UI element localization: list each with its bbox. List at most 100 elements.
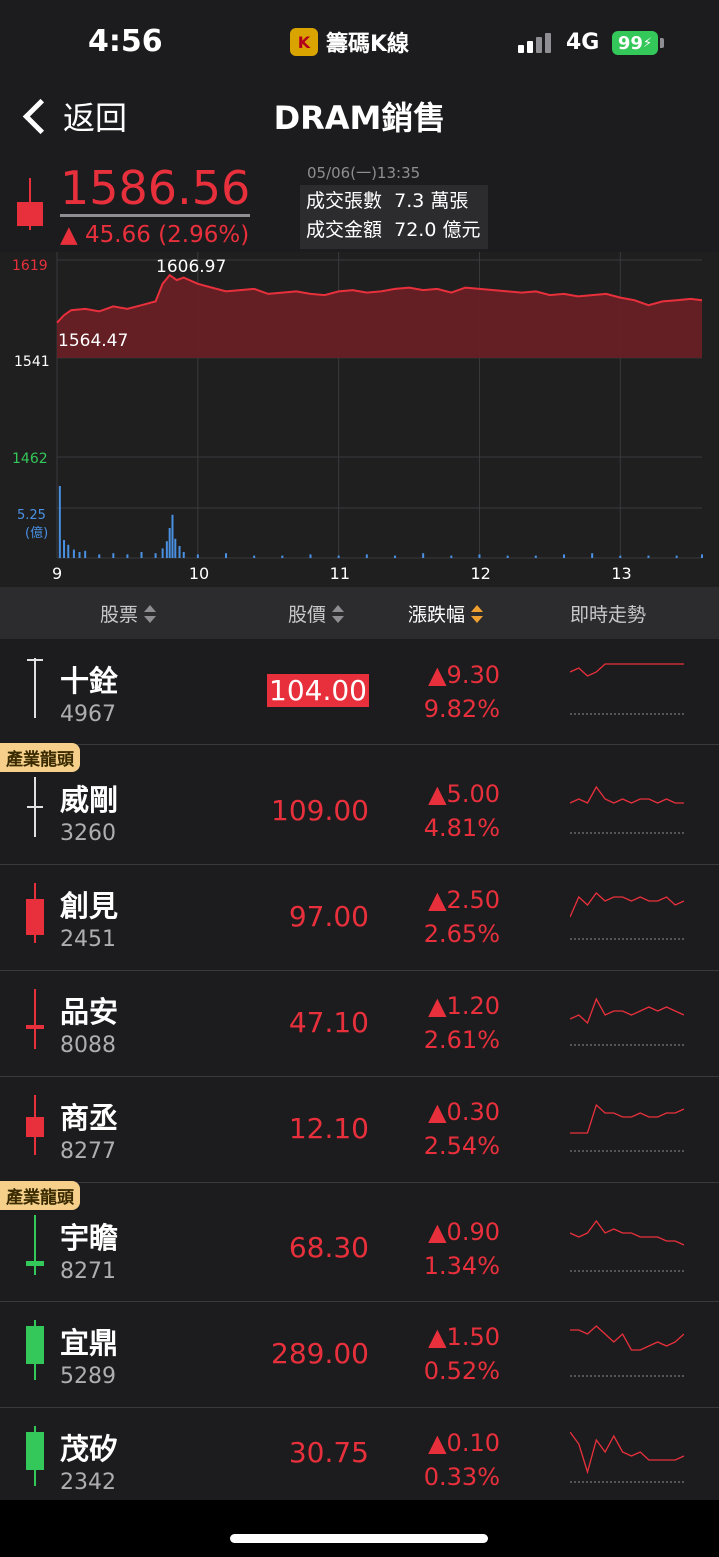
price-area	[57, 275, 702, 358]
x-tick: 12	[470, 564, 490, 583]
volume-bar	[393, 555, 396, 558]
quote-datetime: 05/06(一)13:35	[307, 164, 421, 182]
header-change-label: 漲跌幅	[408, 604, 466, 626]
table-row[interactable]: 威剛 3260 109.00 ▲5.00 4.81%	[0, 745, 719, 866]
table-row[interactable]: 茂矽 2342 30.75 ▲0.10 0.33%	[0, 1408, 719, 1502]
intraday-chart-svg: 1619 1541 1462 5.25 (億) 1606.97 1564.47 …	[12, 252, 703, 583]
y-tick-ref: 1541	[14, 354, 50, 370]
stock-price: 104.00	[267, 674, 369, 707]
volume-bar	[253, 555, 256, 558]
volume-bar	[78, 552, 81, 558]
sort-change[interactable]: 漲跌幅	[408, 600, 484, 627]
app-name: 籌碼K線	[326, 32, 410, 57]
table-row[interactable]: 品安 8088 47.10 ▲1.20 2.61%	[0, 971, 719, 1078]
volume-bar	[171, 514, 174, 558]
stock-name: 創見	[60, 889, 119, 923]
volume-bar	[182, 552, 185, 558]
volume-bar	[281, 555, 284, 558]
volume-bar	[506, 555, 509, 558]
change-percent: 2.61%	[423, 1026, 500, 1054]
stock-change: ▲0.90 1.34%	[400, 1215, 500, 1283]
volume-bar	[591, 553, 594, 558]
volume-bar	[478, 554, 481, 558]
stock-price: 109.00	[271, 793, 369, 827]
stock-change: ▲9.30 9.82%	[400, 658, 500, 726]
x-tick: 10	[189, 564, 209, 583]
stock-code: 3260	[60, 821, 116, 846]
app-indicator: K 籌碼K線	[290, 26, 409, 58]
candle-icon	[20, 658, 50, 722]
candle-icon	[20, 1320, 50, 1384]
volume-label: 成交張數	[306, 190, 383, 212]
change-value: ▲2.50	[428, 886, 500, 914]
change-value: ▲1.20	[428, 992, 500, 1020]
signal-icon	[518, 33, 551, 53]
sort-stock[interactable]: 股票	[100, 600, 157, 627]
stock-code: 2342	[60, 1470, 116, 1495]
volume-bar	[98, 554, 101, 558]
sparkline	[570, 1097, 685, 1157]
table-row[interactable]: 宜鼎 5289 289.00 ▲1.50 0.52%	[0, 1302, 719, 1409]
stock-code: 2451	[60, 927, 116, 952]
status-time: 4:56	[88, 24, 163, 59]
stock-price: 12.10	[288, 1111, 369, 1145]
stock-name: 商丞	[60, 1101, 119, 1135]
high-label: 1606.97	[156, 257, 226, 277]
sort-price[interactable]: 股價	[288, 600, 345, 627]
change-value: ▲1.50	[428, 1323, 500, 1351]
table-row[interactable]: 商丞 8277 12.10 ▲0.30 2.54%	[0, 1077, 719, 1184]
volume-bar	[647, 555, 650, 558]
volume-bar	[126, 554, 129, 558]
stock-change: ▲0.10 0.33%	[400, 1426, 500, 1494]
sparkline	[569, 779, 684, 839]
change-value: ▲0.30	[428, 1098, 500, 1126]
volume-bar	[112, 553, 115, 558]
change-value: ▲9.30	[428, 661, 500, 689]
sort-active-icon	[471, 604, 484, 624]
candle-icon	[20, 777, 50, 841]
volume-value: 7.3 萬張	[394, 190, 469, 212]
table-row[interactable]: 創見 2451 97.00 ▲2.50 2.65%	[0, 865, 719, 972]
intraday-chart[interactable]: 1619 1541 1462 5.25 (億) 1606.97 1564.47 …	[0, 252, 719, 587]
volume-bar	[58, 486, 61, 558]
bottom-bar	[0, 1500, 719, 1557]
candle-icon	[20, 883, 50, 947]
volume-bar	[337, 555, 340, 558]
volume-bar	[701, 554, 703, 558]
sparkline	[569, 1217, 685, 1277]
stock-price: 68.30	[288, 1231, 369, 1264]
volume-unit: (億)	[25, 525, 48, 541]
stock-code: 4967	[60, 702, 116, 727]
x-tick: 13	[611, 564, 631, 583]
back-button[interactable]: 返回	[20, 93, 127, 139]
app-icon: K	[290, 28, 318, 56]
stock-code: 8271	[60, 1259, 116, 1284]
battery-tip	[660, 38, 664, 48]
change-value: ▲5.00	[428, 780, 500, 808]
index-change: ▲ 45.66 (2.96%)	[60, 222, 250, 248]
sort-icon	[332, 604, 345, 624]
chevron-left-icon	[22, 98, 59, 134]
x-tick: 11	[330, 564, 350, 583]
home-indicator[interactable]	[230, 1534, 488, 1543]
change-percent: 9.82%	[423, 695, 500, 723]
sparkline	[569, 991, 685, 1051]
table-row[interactable]: 宇瞻 8271 68.30 ▲0.90 1.34%	[0, 1183, 719, 1303]
volume-bar	[63, 540, 66, 558]
sparkline	[569, 1428, 685, 1488]
candle-icon	[20, 1095, 50, 1159]
volume-bar	[196, 554, 199, 558]
leader-badge: 產業龍頭	[0, 1181, 80, 1210]
table-row[interactable]: 十銓 4967 104.00 ▲9.30 9.82%	[0, 640, 719, 746]
volume-bar	[309, 554, 312, 558]
header-price-label: 股價	[288, 604, 327, 626]
volume-bar	[450, 555, 453, 558]
table-header: 股票 股價 漲跌幅 即時走勢	[0, 587, 719, 639]
sort-icon	[144, 604, 157, 624]
leader-badge: 產業龍頭	[0, 743, 80, 772]
volume-bar	[165, 541, 168, 558]
header-trend: 即時走勢	[570, 600, 646, 627]
candle-icon	[20, 989, 50, 1053]
stock-price: 47.10	[288, 1005, 369, 1039]
candle-icon	[20, 1426, 50, 1490]
